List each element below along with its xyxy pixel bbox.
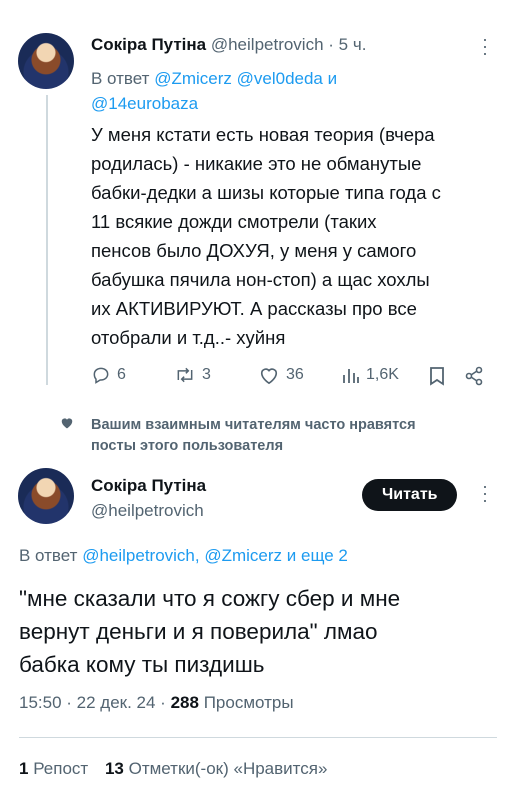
reply-count: 6 — [117, 366, 126, 383]
likes-link[interactable]: 13 Отметки(-ок) «Нравится» — [105, 759, 328, 778]
reply-more-link[interactable]: и еще 2 — [287, 546, 348, 565]
likes-count: 13 — [104, 759, 124, 778]
heart-icon — [260, 368, 278, 385]
reply-to: В ответ @Zmicerz @vel0deda и @14eurobaza — [91, 66, 501, 116]
text-line: 11 всякие дожди смотрели (таких — [91, 211, 377, 232]
reply-to: В ответ @heilpetrovich, @Zmicerz и еще 2 — [19, 546, 348, 566]
tweet-text: "мне сказали что я сожгу сбер и мне верн… — [19, 582, 499, 681]
views-icon — [343, 369, 359, 383]
reply-prefix: В ответ — [91, 69, 150, 88]
views-count: 1,6K — [366, 366, 399, 383]
views-count: 288 — [170, 693, 199, 712]
author-name[interactable]: Сокіра Путіна — [91, 476, 206, 496]
text-line: бабки-дедки а шизы которые типа года с — [91, 182, 441, 203]
text-line: бабка кому ты пиздишь — [19, 652, 265, 677]
social-context-text: посты этого пользователя — [91, 438, 284, 454]
tweet-header: Сокіра Путіна @heilpetrovich · 5 ч. — [91, 35, 366, 55]
social-context-text: Вашим взаимным читателям часто нравятся — [91, 417, 416, 433]
like-count: 36 — [286, 366, 304, 383]
reply-user-link[interactable]: @heilpetrovich, @Zmicerz — [82, 546, 282, 565]
tweet-time[interactable]: · 5 ч. — [328, 35, 366, 54]
author-handle[interactable]: @heilpetrovich — [91, 501, 204, 521]
heart-icon — [61, 418, 73, 429]
text-line: отобрали и т.д..- хуйня — [91, 327, 286, 348]
reply-user-link[interactable]: @Zmicerz — [154, 69, 232, 88]
text-line: родилась) - никакие это не обманутые — [91, 153, 422, 174]
text-line: У меня кстати есть новая теория (вчера — [91, 124, 435, 145]
tweet-text: У меня кстати есть новая теория (вчера р… — [91, 120, 511, 352]
more-options-icon[interactable]: · · · — [478, 477, 492, 509]
likes-label: Отметки(-ок) «Нравится» — [128, 759, 328, 778]
like-action[interactable]: 36 — [258, 365, 304, 385]
thread-line — [46, 95, 48, 385]
more-options-icon[interactable]: · · · — [478, 30, 492, 62]
reposts-link[interactable]: 1 Репост — [19, 759, 93, 778]
tweet-2[interactable]: Сокіра Путіна @heilpetrovich Читать · · · … — [0, 460, 514, 800]
reply-icon — [93, 367, 109, 384]
views-action[interactable]: 1,6K — [342, 365, 399, 385]
reply-user-link[interactable]: @vel0deda — [237, 69, 323, 88]
author-handle[interactable]: @heilpetrovich — [211, 35, 324, 54]
author-name[interactable]: Сокіра Путіна — [91, 35, 206, 54]
views-label: Просмотры — [203, 693, 294, 712]
repost-count: 3 — [202, 366, 211, 383]
text-line: "мне сказали что я сожгу сбер и мне — [19, 586, 401, 611]
reply-prefix: В ответ — [19, 546, 78, 565]
text-line: вернут деньги и я поверила" лмао — [19, 619, 378, 644]
tweet-timestamp[interactable]: 15:50 · 22 дек. 24 · — [19, 693, 166, 712]
tweet-1[interactable]: Сокіра Путіна @heilpetrovich · 5 ч. · · · … — [0, 0, 514, 395]
reply-user-link[interactable]: @14eurobaza — [91, 94, 198, 113]
text-line: их АКТИВИРУЮТ. А рассказы про все — [91, 298, 417, 319]
reply-and: и — [327, 69, 338, 88]
tweet-meta: 15:50 · 22 дек. 24 · 288 Просмотры — [19, 693, 294, 713]
social-context: Вашим взаимным читателям часто нравятся … — [0, 410, 514, 460]
share-icon[interactable] — [464, 366, 484, 386]
repost-icon — [177, 367, 193, 383]
avatar[interactable] — [18, 33, 74, 89]
text-line: пенсов было ДОХУЯ, у меня у самого — [91, 240, 417, 261]
reposts-count: 1 — [19, 759, 29, 778]
reply-action[interactable]: 6 — [91, 365, 126, 385]
follow-button[interactable]: Читать — [362, 479, 458, 511]
bookmark-icon[interactable] — [428, 366, 446, 386]
engagement-stats: 1 Репост 13 Отметки(-ок) «Нравится» — [19, 759, 327, 779]
reposts-label: Репост — [33, 759, 89, 778]
repost-action[interactable]: 3 — [174, 365, 211, 385]
text-line: бабушка пячила нон-стоп) а щас хохлы — [91, 269, 430, 290]
avatar[interactable] — [18, 468, 74, 524]
divider — [19, 737, 497, 738]
